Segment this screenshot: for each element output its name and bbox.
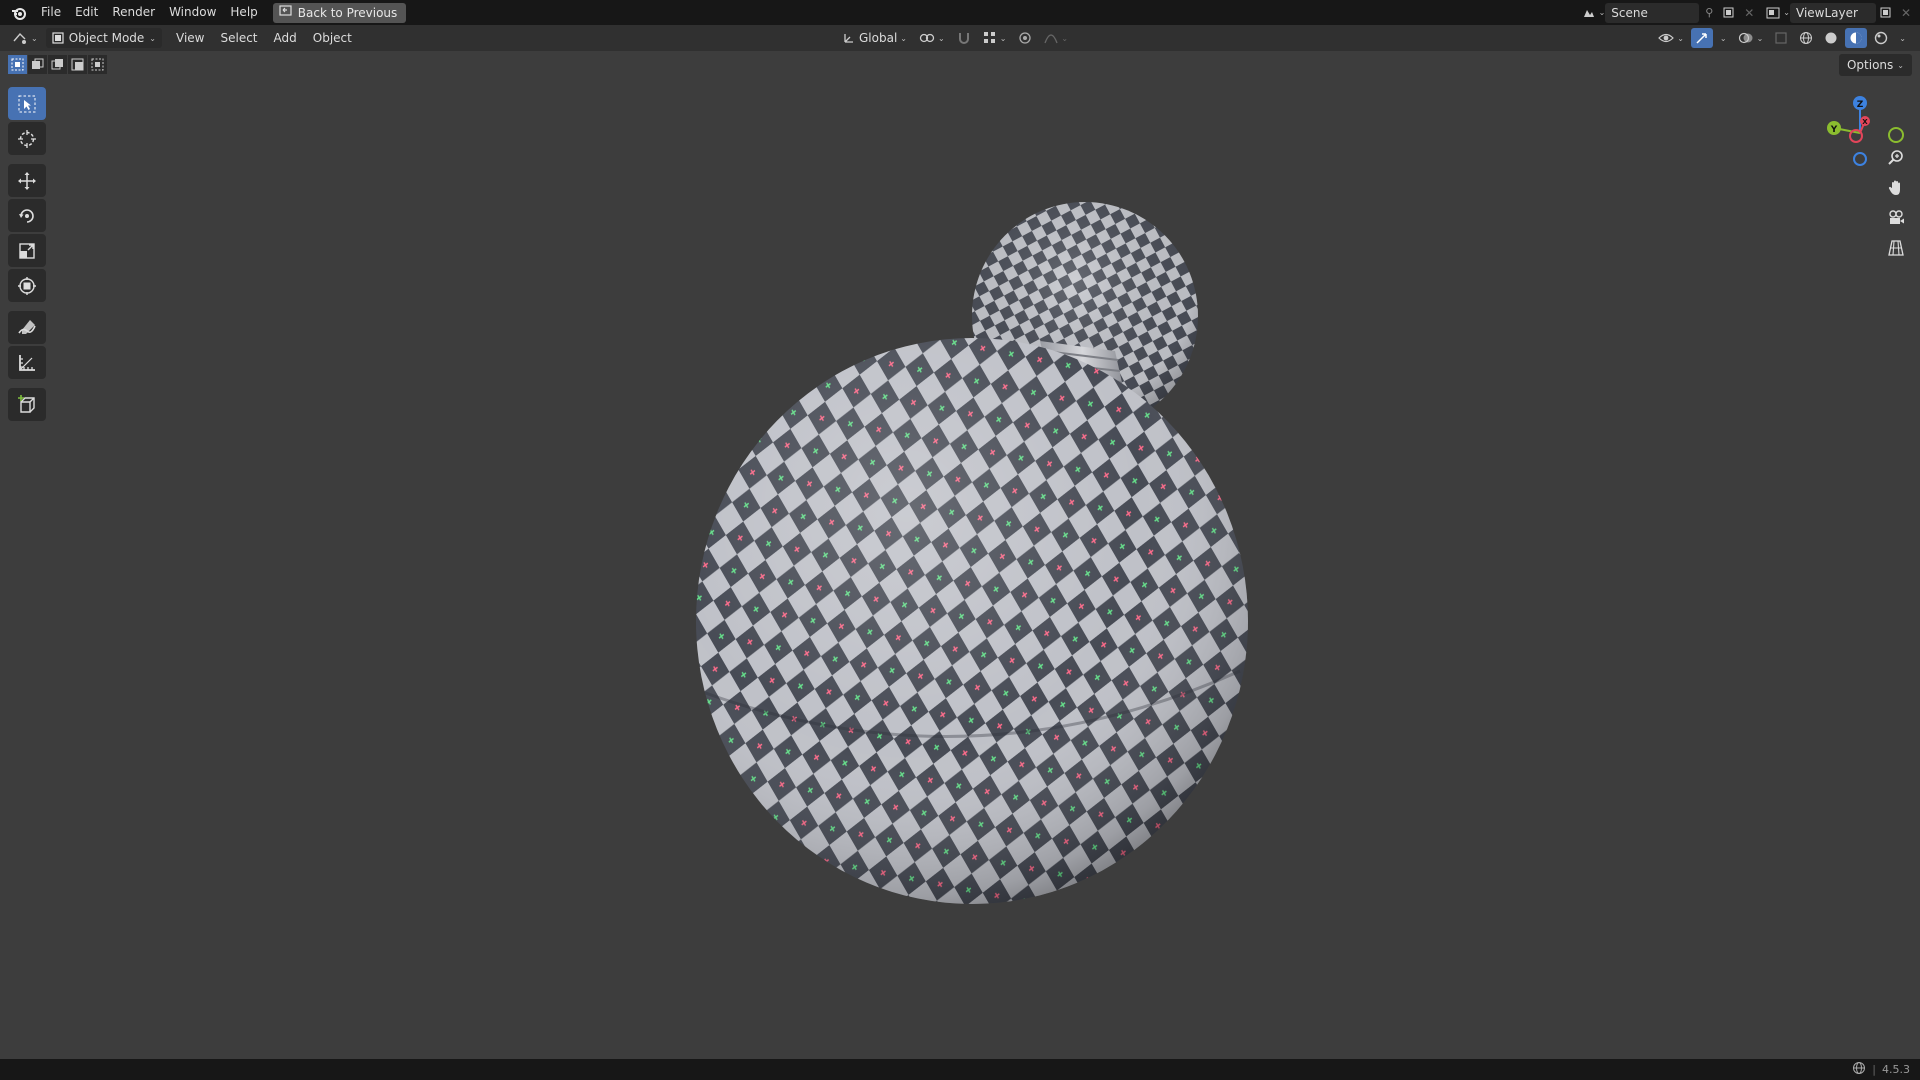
menu-render[interactable]: Render: [105, 0, 162, 25]
shading-solid-button[interactable]: [1820, 28, 1842, 48]
orientation-axes-icon: [844, 34, 853, 43]
pivot-chevron-icon: ⌄: [937, 33, 945, 43]
falloff-dropdown[interactable]: ⌄: [1040, 28, 1072, 48]
pin-icon[interactable]: ⚲: [1699, 3, 1719, 23]
editor-type-chevron-icon: ⌄: [31, 33, 38, 43]
snap-toggle[interactable]: [953, 28, 975, 48]
object-mode-dropdown[interactable]: Object Mode ⌄: [45, 28, 162, 48]
back-to-previous-button[interactable]: Back to Previous: [272, 2, 407, 23]
falloff-chevron-icon: ⌄: [1061, 33, 1069, 43]
overlays-icon: [1738, 32, 1753, 44]
scene-selector[interactable]: ⌄ Scene ⚲ ✕: [1579, 2, 1760, 23]
new-viewlayer-icon[interactable]: [1876, 3, 1896, 23]
proportional-editing-toggle[interactable]: [1014, 28, 1036, 48]
menu-object[interactable]: Object: [305, 25, 360, 51]
gizmo-arrow-icon: [1696, 33, 1707, 44]
scene-icon[interactable]: [1579, 3, 1599, 23]
snap-grid-icon: [983, 32, 995, 43]
xray-toggle[interactable]: [1770, 28, 1792, 48]
eye-icon: [1658, 33, 1675, 43]
wireframe-sphere-icon: [1800, 32, 1813, 44]
viewlayer-name: ViewLayer: [1796, 5, 1858, 20]
rendered-sphere-icon: [1875, 31, 1888, 45]
viewlayer-dropdown-chevron-icon[interactable]: ⌄: [1783, 8, 1790, 17]
shading-options-dropdown[interactable]: ⌄: [1895, 28, 1910, 48]
menu-help[interactable]: Help: [223, 0, 264, 25]
menu-select[interactable]: Select: [212, 25, 265, 51]
pivot-point-dropdown[interactable]: ⌄: [915, 28, 949, 48]
new-scene-icon[interactable]: [1719, 3, 1739, 23]
3d-viewport[interactable]: Options ⌄ Z Y X: [0, 51, 1920, 1059]
viewlayer-name-field[interactable]: ViewLayer: [1790, 2, 1876, 23]
scene-name: Scene: [1611, 5, 1648, 20]
top-menu-bar: File Edit Render Window Help Back to Pre…: [0, 0, 1920, 25]
status-divider: |: [1872, 1063, 1876, 1076]
delete-viewlayer-icon[interactable]: ✕: [1896, 3, 1916, 23]
large-sphere-object[interactable]: [696, 338, 1248, 904]
snap-target-chevron-icon: ⌄: [999, 33, 1007, 43]
transform-orientation-label: Global: [859, 31, 898, 45]
object-visibility-dropdown[interactable]: ⌄: [1654, 28, 1688, 48]
menu-file[interactable]: File: [34, 0, 68, 25]
blender-logo-icon[interactable]: [10, 4, 28, 22]
shading-wireframe-button[interactable]: [1795, 28, 1817, 48]
menu-add[interactable]: Add: [266, 25, 305, 51]
globe-icon[interactable]: [1852, 1061, 1866, 1078]
shading-chevron-icon: ⌄: [1899, 33, 1906, 43]
shading-rendered-button[interactable]: [1870, 28, 1892, 48]
menu-edit[interactable]: Edit: [68, 0, 105, 25]
3d-scene[interactable]: [0, 51, 1920, 1059]
overlays-toggle[interactable]: ⌄: [1734, 28, 1768, 48]
magnet-icon: [958, 33, 969, 44]
scene-dropdown-chevron-icon[interactable]: ⌄: [1599, 8, 1606, 17]
viewlayer-icon[interactable]: [1763, 3, 1783, 23]
material-sphere-icon: [1850, 32, 1862, 44]
editor-type-selector[interactable]: ⌄: [8, 28, 42, 48]
delete-scene-icon[interactable]: ✕: [1739, 3, 1759, 23]
xray-icon: [1775, 32, 1787, 44]
pivot-link-icon: [919, 33, 935, 43]
viewport-display-controls: ⌄ ⌄ ⌄ ⌄: [1654, 25, 1910, 51]
shading-material-button[interactable]: [1845, 28, 1868, 48]
viewlayer-selector[interactable]: ⌄ ViewLayer ✕: [1763, 2, 1916, 23]
object-mode-label: Object Mode: [68, 31, 145, 45]
gizmos-chevron-icon: ⌄: [1719, 33, 1727, 43]
overlays-chevron-icon: ⌄: [1756, 33, 1764, 43]
back-screen-icon: [279, 5, 292, 20]
gizmos-toggle[interactable]: [1690, 28, 1713, 48]
status-bar: | 4.5.3: [0, 1059, 1920, 1080]
object-mode-icon: [52, 32, 64, 44]
version-label: 4.5.3: [1882, 1063, 1910, 1076]
falloff-curve-icon: [1044, 34, 1058, 44]
transform-controls: Global ⌄ ⌄ ⌄ ⌄: [838, 25, 1072, 51]
solid-sphere-icon: [1825, 32, 1837, 44]
viewport-header: ⌄ Object Mode ⌄ View Select Add Object G…: [0, 25, 1920, 51]
menu-window[interactable]: Window: [162, 0, 223, 25]
scene-name-field[interactable]: Scene: [1605, 2, 1700, 23]
back-to-previous-label: Back to Previous: [297, 5, 398, 20]
snap-target-dropdown[interactable]: ⌄: [979, 28, 1011, 48]
object-mode-chevron-icon: ⌄: [149, 33, 156, 43]
3d-viewport-icon: [13, 32, 26, 44]
menu-view[interactable]: View: [168, 25, 212, 51]
orientation-chevron-icon: ⌄: [900, 33, 907, 43]
gizmos-dropdown[interactable]: ⌄: [1716, 28, 1731, 48]
proportional-editing-icon: [1019, 32, 1032, 44]
visibility-chevron-icon: ⌄: [1677, 33, 1684, 43]
transform-orientation-dropdown[interactable]: Global ⌄: [838, 28, 911, 48]
